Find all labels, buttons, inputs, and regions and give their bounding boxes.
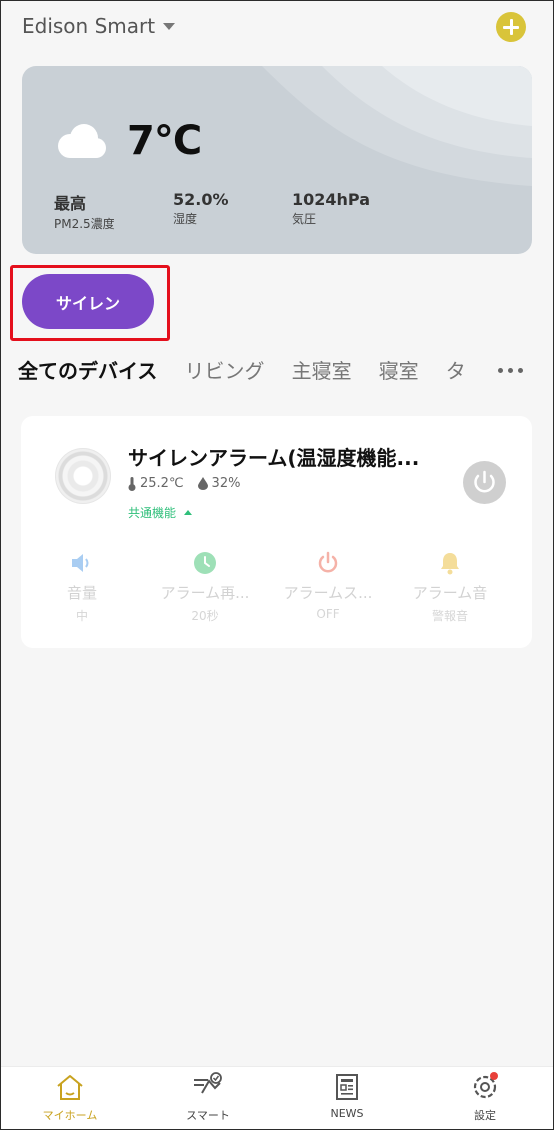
common-functions-label: 共通機能 — [128, 506, 177, 520]
stat-label: PM2.5濃度 — [54, 217, 115, 231]
nav-settings[interactable]: 設定 — [430, 1067, 540, 1129]
notification-dot-icon — [490, 1072, 498, 1080]
home-selector[interactable]: Edison Smart — [22, 14, 176, 38]
function-value: 中 — [75, 609, 88, 623]
device-sensor-readings: 25.2℃ 32% — [128, 476, 254, 491]
stat-value: 1024hPa — [292, 190, 371, 209]
more-tabs-button[interactable] — [498, 368, 524, 376]
device-name: サイレンアラーム(温湿度機能... — [128, 446, 420, 470]
common-functions-toggle[interactable]: 共通機能 — [128, 504, 193, 521]
caret-up-icon — [184, 510, 193, 515]
thermometer-icon — [128, 476, 136, 491]
device-power-button[interactable] — [463, 461, 506, 504]
stat-value: 52.0% — [173, 190, 229, 209]
function-label: アラーム音 — [412, 584, 488, 602]
function-alarm-switch[interactable]: アラームス... OFF — [273, 550, 383, 621]
settings-icon — [473, 1072, 498, 1099]
bell-icon — [441, 553, 459, 575]
nav-news[interactable]: NEWS — [292, 1067, 402, 1129]
nav-label: スマート — [186, 1109, 230, 1122]
scene-label: サイレン — [55, 293, 120, 313]
function-value: 20秒 — [191, 609, 219, 623]
function-value: OFF — [316, 607, 340, 621]
function-volume[interactable]: 音量 中 — [27, 550, 137, 624]
device-card[interactable]: サイレンアラーム(温湿度機能... 25.2℃ 32% 共通機能 音量 中 アラ… — [21, 416, 532, 648]
smart-icon — [194, 1072, 222, 1094]
stat-value: 最高 — [54, 194, 87, 213]
humidity-drop-icon — [197, 477, 208, 490]
function-alarm-replay[interactable]: アラーム再... 20秒 — [150, 550, 260, 624]
temperature-value: 7°C — [127, 118, 202, 164]
speaker-icon — [72, 554, 89, 572]
nav-label: NEWS — [330, 1107, 364, 1120]
bottom-nav: マイホーム スマート NEWS 設定 — [1, 1066, 553, 1129]
nav-label: マイホーム — [42, 1109, 98, 1122]
add-device-button[interactable] — [496, 12, 526, 42]
stat-pm25: 最高 PM2.5濃度 — [54, 190, 115, 232]
siren-device-icon — [55, 448, 111, 504]
function-alarm-sound[interactable]: アラーム音 警報音 — [395, 550, 505, 624]
caret-down-icon — [163, 22, 176, 30]
nav-smart[interactable]: スマート — [153, 1067, 263, 1129]
device-temperature: 25.2℃ — [140, 476, 184, 491]
tab-master-bedroom[interactable]: 主寝室 — [292, 355, 352, 384]
nav-label: 設定 — [474, 1109, 496, 1122]
function-label: アラーム再... — [160, 584, 250, 602]
tab-bedroom[interactable]: 寝室 — [379, 355, 419, 384]
tab-other[interactable]: タ — [446, 355, 466, 384]
device-humidity: 32% — [211, 476, 241, 491]
stat-label: 気圧 — [292, 212, 317, 226]
room-tabs: 全てのデバイス リビング 主寝室 寝室 タ — [18, 355, 498, 389]
function-value: 警報音 — [431, 609, 468, 623]
tab-all-devices[interactable]: 全てのデバイス — [18, 355, 157, 384]
power-icon — [474, 470, 495, 493]
stat-label: 湿度 — [173, 212, 198, 226]
power-icon — [318, 551, 338, 573]
function-label: 音量 — [66, 584, 97, 602]
stat-humidity: 52.0% 湿度 — [173, 190, 229, 227]
function-label: アラームス... — [283, 584, 373, 602]
cloud-icon — [58, 124, 106, 158]
news-icon — [336, 1074, 358, 1100]
nav-home[interactable]: マイホーム — [15, 1067, 125, 1129]
weather-card[interactable]: 7°C 最高 PM2.5濃度 52.0% 湿度 1024hPa 気圧 — [22, 66, 532, 254]
home-name: Edison Smart — [22, 14, 156, 38]
scene-siren-button[interactable]: サイレン — [22, 274, 154, 329]
tab-living[interactable]: リビング — [185, 355, 265, 384]
clock-icon — [194, 552, 216, 574]
home-icon — [57, 1075, 83, 1100]
stat-pressure: 1024hPa 気圧 — [292, 190, 370, 227]
